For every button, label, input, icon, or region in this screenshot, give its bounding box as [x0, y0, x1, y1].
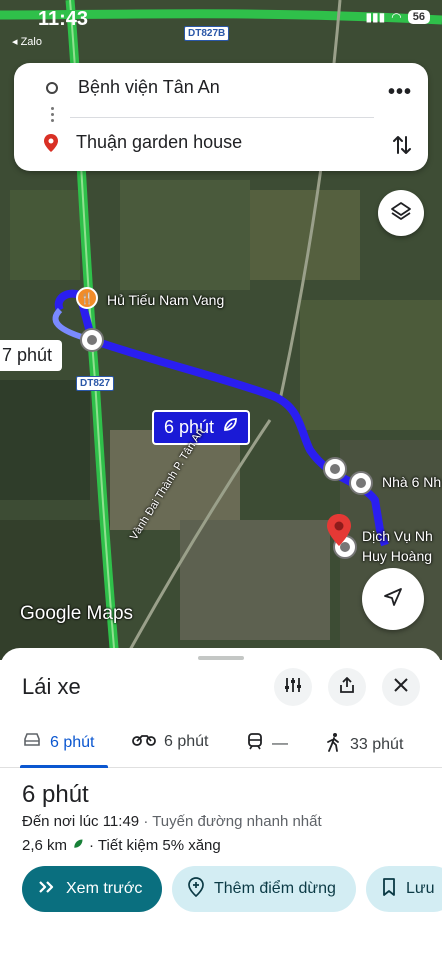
signal-icon: ▮▮▮: [365, 10, 386, 24]
tab-motorbike[interactable]: 6 phút: [132, 732, 208, 751]
destination-pin-icon[interactable]: [327, 514, 351, 551]
origin-row[interactable]: Bệnh viện Tân An: [46, 77, 220, 98]
distance-info: 2,6 km · Tiết kiệm 5% xăng: [22, 837, 221, 854]
arrival-time: Đến nơi lúc 11:49: [22, 813, 140, 830]
origin-input[interactable]: Bệnh viện Tân An: [78, 77, 220, 98]
recenter-button[interactable]: [362, 568, 424, 630]
more-options-button[interactable]: •••: [388, 81, 412, 104]
tab-walk-label: 33 phút: [350, 735, 404, 753]
tab-transit[interactable]: —: [246, 732, 288, 755]
share-button[interactable]: [328, 668, 366, 706]
tune-icon: [284, 676, 302, 699]
save-button-label: Lưu: [406, 880, 435, 897]
arrival-info: Đến nơi lúc 11:49 · Tuyến đường nhanh nh…: [22, 813, 322, 830]
route-dots-icon: [51, 107, 54, 125]
route-options-button[interactable]: [274, 668, 312, 706]
swap-button[interactable]: [392, 133, 412, 162]
car-icon: [22, 732, 42, 753]
eta-duration: 6 phút: [22, 781, 89, 808]
tab-transit-label: —: [272, 734, 288, 752]
directions-bottom-sheet: Lái xe 6 phút 6 phút — 33 phút 6 phút Đế…: [0, 648, 442, 960]
train-icon: [246, 732, 264, 755]
poi-restaurant-label[interactable]: Hủ Tiếu Nam Vang: [107, 292, 224, 308]
status-bar: 11:43 ◂ Zalo DT827B ▮▮▮ ◠ 56: [0, 0, 442, 48]
battery-badge: 56: [407, 10, 430, 24]
add-location-icon: [188, 876, 204, 902]
preview-button-label: Xem trước: [66, 880, 143, 897]
eco-leaf-icon: [72, 837, 84, 854]
tab-active-indicator: [20, 765, 108, 768]
add-stop-button[interactable]: Thêm điểm dừng: [172, 866, 356, 912]
close-button[interactable]: [382, 668, 420, 706]
sheet-drag-handle[interactable]: [198, 656, 244, 660]
save-button[interactable]: Lưu: [366, 866, 442, 912]
walk-icon: [326, 732, 342, 757]
destination-input[interactable]: Thuận garden house: [76, 132, 242, 153]
swap-vert-icon: [392, 136, 412, 161]
add-stop-button-label: Thêm điểm dừng: [214, 880, 336, 897]
poi-service-label-1[interactable]: Dịch Vụ Nh: [362, 528, 433, 544]
preview-button[interactable]: Xem trước: [22, 866, 162, 912]
motorbike-icon: [132, 732, 156, 751]
leaf-icon: [222, 417, 238, 438]
layers-button[interactable]: [378, 190, 424, 236]
google-maps-watermark: Google Maps: [20, 603, 134, 624]
poi-service-label-2[interactable]: Huy Hoàng: [362, 548, 432, 564]
origin-circle-icon: [46, 81, 58, 94]
alt-route-time-bubble[interactable]: 7 phút: [0, 340, 63, 371]
sheet-title: Lái xe: [22, 674, 81, 699]
eco-savings: · Tiết kiệm 5% xăng: [89, 837, 221, 854]
distance-value: 2,6 km: [22, 837, 68, 854]
double-chevron-icon: [38, 880, 56, 899]
tab-car-label: 6 phút: [50, 733, 95, 751]
layers-icon: [390, 200, 412, 227]
route-waypoint-1[interactable]: [80, 328, 104, 352]
destination-pin-small-icon: [44, 133, 58, 152]
travel-mode-tabs: 6 phút 6 phút — 33 phút: [0, 726, 442, 768]
close-icon: [393, 677, 409, 698]
route-waypoint-3[interactable]: [349, 471, 373, 495]
destination-row[interactable]: Thuận garden house: [44, 132, 242, 153]
tab-car[interactable]: 6 phút: [22, 732, 94, 753]
road-badge-dt827: DT827: [76, 376, 115, 391]
tab-walk[interactable]: 33 phút: [326, 732, 403, 757]
map-view[interactable]: 11:43 ◂ Zalo DT827B ▮▮▮ ◠ 56 DT827 Hủ Ti…: [0, 0, 442, 660]
share-icon: [338, 676, 356, 699]
wifi-icon: ◠: [391, 10, 402, 24]
road-badge-top: DT827B: [184, 26, 230, 41]
poi-house-label[interactable]: Nhà 6 Nh: [382, 474, 441, 490]
route-waypoint-2[interactable]: [323, 457, 347, 481]
tab-motorbike-label: 6 phút: [164, 732, 209, 750]
restaurant-marker-icon[interactable]: 🍴: [76, 287, 98, 309]
status-time: 11:43: [38, 8, 89, 30]
back-to-app[interactable]: ◂ Zalo: [12, 35, 42, 48]
bookmark-icon: [382, 877, 396, 901]
navigation-arrow-icon: [382, 586, 404, 613]
status-icons: ▮▮▮ ◠ 56: [365, 10, 430, 24]
card-divider: [70, 117, 374, 118]
directions-search-card: Bệnh viện Tân An Thuận garden house •••: [14, 63, 428, 171]
route-description: · Tuyến đường nhanh nhất: [143, 813, 322, 830]
